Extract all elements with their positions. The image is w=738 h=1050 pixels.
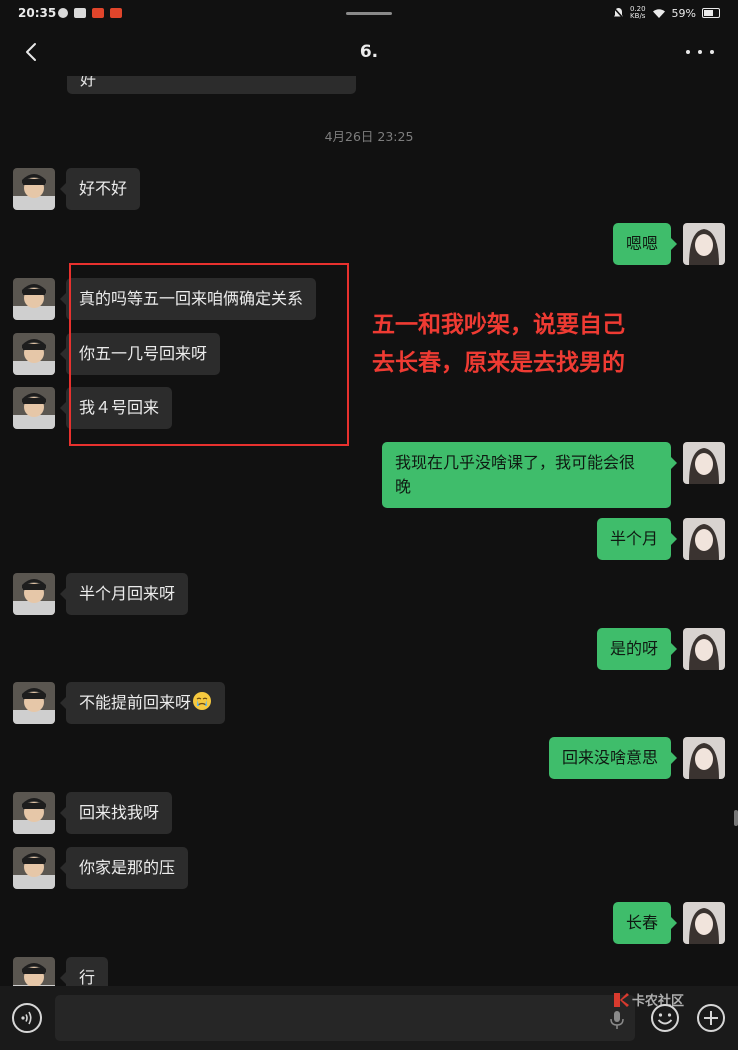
outgoing-message[interactable]: 回来没啥意思: [548, 737, 678, 779]
annotation-line: 去长春，原来是去找男的: [372, 350, 625, 376]
contact-avatar[interactable]: [13, 792, 55, 834]
more-dots-icon: [710, 50, 714, 54]
notification-icons: [58, 8, 122, 18]
message-icon: [58, 8, 68, 18]
mute-icon: [613, 7, 624, 19]
contact-avatar[interactable]: [13, 682, 55, 724]
input-bar: 卡农社区: [0, 986, 738, 1050]
video-icon: [74, 8, 86, 18]
app-notification-icon: [92, 8, 104, 18]
incoming-message[interactable]: 你家是那的压: [59, 847, 189, 889]
annotation-highlight-box: [69, 263, 349, 446]
status-time: 20:35: [18, 6, 57, 20]
watermark-logo: [614, 993, 629, 1007]
contact-avatar[interactable]: [13, 847, 55, 889]
message-text: 好: [80, 76, 97, 89]
battery-icon: [702, 8, 720, 18]
my-avatar[interactable]: [683, 902, 725, 944]
chat-header: 6.: [0, 28, 738, 76]
my-avatar[interactable]: [683, 223, 725, 265]
outgoing-message[interactable]: 嗯嗯: [612, 223, 678, 265]
emoji-icon[interactable]: [650, 1003, 680, 1033]
microphone-icon[interactable]: [608, 1010, 626, 1030]
net-speed: 0.20 KB/s: [630, 6, 646, 20]
my-avatar[interactable]: [683, 518, 725, 560]
contact-avatar[interactable]: [13, 957, 55, 986]
outgoing-message[interactable]: 半个月: [596, 518, 678, 560]
plus-icon[interactable]: [696, 1003, 726, 1033]
outgoing-message[interactable]: 我现在几乎没啥课了，我可能会很 晚: [382, 442, 677, 508]
contact-avatar[interactable]: [13, 387, 55, 429]
status-bar: 20:35 0.20 KB/s 59%: [0, 0, 738, 28]
contact-avatar[interactable]: [13, 333, 55, 375]
battery-percent: 59%: [671, 6, 696, 20]
more-dots-icon: [686, 50, 690, 54]
my-avatar[interactable]: [683, 737, 725, 779]
voice-button[interactable]: [12, 1003, 42, 1033]
chat-area[interactable]: 好 4月26日 23:25 好不好 嗯嗯 真的吗等五一回来咱俩确定关系 你五一几…: [0, 76, 738, 986]
message-bubble-partial[interactable]: 好: [67, 76, 356, 94]
message-input[interactable]: [55, 995, 635, 1041]
contact-avatar[interactable]: [13, 573, 55, 615]
incoming-message[interactable]: 半个月回来呀: [59, 573, 189, 615]
contact-avatar[interactable]: [13, 168, 55, 210]
incoming-message[interactable]: 行: [59, 957, 109, 986]
crying-emoji-icon: [193, 692, 212, 710]
my-avatar[interactable]: [683, 442, 725, 484]
net-speed-unit: KB/s: [630, 12, 646, 20]
my-avatar[interactable]: [683, 628, 725, 670]
app-notification-icon: [110, 8, 122, 18]
more-dots-icon: [698, 50, 702, 54]
contact-avatar[interactable]: [13, 278, 55, 320]
scrollbar[interactable]: [734, 810, 738, 826]
annotation-line: 五一和我吵架，说要自己: [372, 312, 625, 338]
message-timestamp: 4月26日 23:25: [324, 129, 414, 144]
annotation-caption: 五一和我吵架，说要自己 去长春，原来是去找男的: [372, 306, 692, 382]
voice-icon: [21, 1011, 32, 1025]
window-handle[interactable]: [346, 12, 392, 15]
more-button[interactable]: [686, 40, 714, 64]
incoming-message[interactable]: 好不好: [59, 168, 141, 210]
message-text: 不能提前回来呀: [79, 693, 192, 712]
outgoing-message[interactable]: 是的呀: [596, 628, 678, 670]
incoming-message[interactable]: 不能提前回来呀: [59, 682, 226, 724]
status-right: 0.20 KB/s 59%: [613, 6, 720, 20]
outgoing-message[interactable]: 长春: [612, 902, 678, 944]
chat-title: 6.: [359, 42, 379, 62]
wifi-icon: [652, 8, 665, 18]
incoming-message[interactable]: 回来找我呀: [59, 792, 173, 834]
